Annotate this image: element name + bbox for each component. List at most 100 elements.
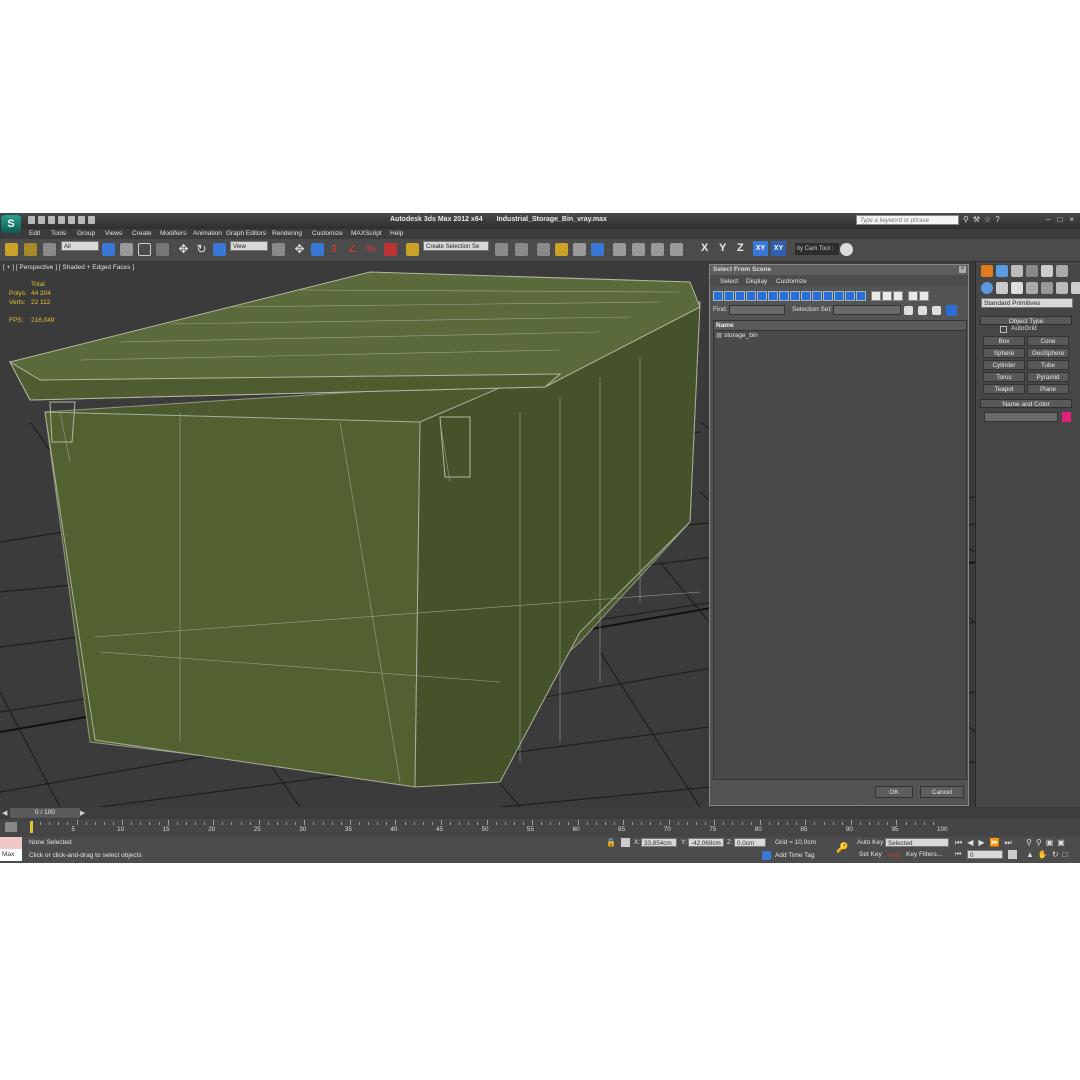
motion-tab-icon[interactable] bbox=[1026, 265, 1038, 277]
systems-category-icon[interactable] bbox=[1071, 282, 1080, 294]
maxscript-mini-listener[interactable]: Max bbox=[0, 849, 22, 861]
column-header-name[interactable]: Name bbox=[714, 321, 966, 331]
menu-customize[interactable]: Customize bbox=[312, 230, 343, 237]
go-to-end-icon[interactable]: ⏭ bbox=[1004, 838, 1011, 848]
display-geometry-icon[interactable] bbox=[713, 291, 723, 301]
delete-selection-set-icon[interactable] bbox=[918, 306, 927, 315]
minimize-icon[interactable]: – bbox=[1046, 215, 1050, 224]
mirror-icon[interactable] bbox=[495, 243, 508, 256]
storage-bin-model[interactable] bbox=[8, 271, 701, 788]
selection-filter-dropdown[interactable]: All bbox=[61, 241, 99, 251]
close-icon[interactable]: × bbox=[1069, 215, 1074, 224]
keyboard-shortcut-icon[interactable] bbox=[311, 243, 324, 256]
helpers-category-icon[interactable] bbox=[1041, 282, 1053, 294]
named-selection-sets-dropdown[interactable]: Create Selection Se bbox=[423, 241, 489, 251]
zoom-extents-icon[interactable]: ▣ bbox=[1046, 838, 1054, 847]
plane-button[interactable]: Plane bbox=[1027, 384, 1069, 394]
unlink-icon[interactable] bbox=[24, 243, 37, 256]
new-file-icon[interactable] bbox=[28, 216, 35, 224]
current-frame-field[interactable]: 0 bbox=[967, 850, 1003, 859]
filter-icon[interactable] bbox=[908, 291, 918, 301]
save-file-icon[interactable] bbox=[48, 216, 55, 224]
snaps-toggle-icon[interactable]: 3 bbox=[331, 243, 344, 256]
zoom-extents-all-icon[interactable]: ▣ bbox=[1057, 838, 1065, 847]
ok-button[interactable]: OK bbox=[875, 786, 913, 798]
create-selection-set-icon[interactable] bbox=[904, 306, 913, 315]
previous-frame-icon[interactable]: ◀ bbox=[967, 838, 973, 848]
name-and-color-rollout[interactable]: Name and Color bbox=[980, 399, 1072, 408]
manipulate-icon[interactable]: ✥ bbox=[293, 243, 306, 256]
wrench-icon[interactable]: ⚒ bbox=[973, 215, 980, 224]
display-helpers-icon[interactable] bbox=[757, 291, 767, 301]
add-time-tag-button[interactable]: Add Time Tag bbox=[775, 852, 815, 859]
box-button[interactable]: Box bbox=[983, 336, 1025, 346]
open-file-icon[interactable] bbox=[38, 216, 45, 224]
pan-icon[interactable]: ✋ bbox=[1038, 850, 1048, 859]
menu-modifiers[interactable]: Modifiers bbox=[160, 230, 186, 237]
align-icon[interactable] bbox=[515, 243, 528, 256]
redo-icon[interactable] bbox=[68, 216, 75, 224]
schematic-view-icon[interactable] bbox=[591, 243, 604, 256]
favorites-star-icon[interactable]: ☆ bbox=[984, 215, 991, 224]
constraint-xy-button[interactable]: XY bbox=[753, 241, 768, 256]
auto-key-button[interactable]: Auto Key bbox=[857, 839, 883, 846]
x-coordinate-field[interactable]: 33,854cm bbox=[641, 838, 677, 847]
list-item[interactable]: ▦ storage_bin bbox=[714, 331, 966, 341]
set-key-button[interactable]: Set Key bbox=[859, 851, 882, 858]
select-by-name-icon[interactable] bbox=[120, 243, 133, 256]
hierarchy-tab-icon[interactable] bbox=[1011, 265, 1023, 277]
spacewarps-category-icon[interactable] bbox=[1056, 282, 1068, 294]
fetch-icon[interactable] bbox=[88, 216, 95, 224]
display-frozen-icon[interactable] bbox=[823, 291, 833, 301]
sphere-button[interactable]: Sphere bbox=[983, 348, 1025, 358]
binoculars-icon[interactable]: ⚲ bbox=[963, 215, 969, 224]
geometry-category-icon[interactable] bbox=[981, 282, 993, 294]
select-all-icon[interactable] bbox=[871, 291, 881, 301]
key-mode-toggle-icon[interactable]: ⏮ bbox=[955, 851, 961, 859]
help-icon[interactable]: ? bbox=[995, 215, 999, 224]
key-filter-icon[interactable]: ⟹ bbox=[887, 850, 900, 860]
render-production-icon[interactable] bbox=[670, 243, 683, 256]
key-mode-dropdown[interactable]: Selected bbox=[885, 838, 949, 847]
object-color-swatch[interactable] bbox=[1062, 412, 1071, 422]
constraint-y-button[interactable]: Y bbox=[719, 242, 726, 254]
display-shapes-icon[interactable] bbox=[724, 291, 734, 301]
create-tab-icon[interactable] bbox=[981, 265, 993, 277]
y-coordinate-field[interactable]: -42,069cm bbox=[688, 838, 724, 847]
rectangle-selection-icon[interactable] bbox=[138, 243, 151, 256]
viewport-label[interactable]: [ + ] [ Perspective ] [ Shaded + Edged F… bbox=[3, 264, 134, 271]
window-crossing-icon[interactable] bbox=[156, 243, 169, 256]
display-containers-icon[interactable] bbox=[812, 291, 822, 301]
dialog-close-icon[interactable]: × bbox=[959, 266, 966, 273]
maximize-icon[interactable]: □ bbox=[1057, 215, 1062, 224]
menu-maxscript[interactable]: MAXScript bbox=[351, 230, 382, 237]
pivot-center-icon[interactable] bbox=[272, 243, 285, 256]
lock-selection-icon[interactable]: 🔒 bbox=[606, 838, 616, 847]
app-logo-icon[interactable]: S bbox=[1, 215, 21, 233]
zoom-all-icon[interactable]: ⚲ bbox=[1036, 838, 1042, 847]
absolute-mode-icon[interactable] bbox=[621, 838, 630, 847]
cone-button[interactable]: Cone bbox=[1027, 336, 1069, 346]
time-tag-icon[interactable] bbox=[762, 851, 771, 860]
constraint-z-button[interactable]: Z bbox=[737, 242, 744, 254]
undo-icon[interactable] bbox=[58, 216, 65, 224]
menu-views[interactable]: Views bbox=[105, 230, 122, 237]
layer-manager-icon[interactable] bbox=[537, 243, 550, 256]
constraint-x-button[interactable]: X bbox=[701, 242, 708, 254]
object-type-rollout[interactable]: Object Type bbox=[980, 316, 1072, 325]
lights-category-icon[interactable] bbox=[1011, 282, 1023, 294]
primitive-category-dropdown[interactable]: Standard Primitives bbox=[981, 298, 1073, 308]
go-to-start-icon[interactable]: ⏮ bbox=[955, 838, 962, 848]
cylinder-button[interactable]: Cylinder bbox=[983, 360, 1025, 370]
display-tab-icon[interactable] bbox=[1041, 265, 1053, 277]
menu-animation[interactable]: Animation bbox=[193, 230, 222, 237]
trackbar[interactable]: 5 10 15 20 25 30 35 40 45 50 55 60 65 70 75 80 85 90 95 100 bbox=[0, 819, 1080, 837]
torus-button[interactable]: Torus bbox=[983, 372, 1025, 382]
bind-space-warp-icon[interactable] bbox=[43, 243, 56, 256]
keyword-search-input[interactable]: Type a keyword or phrase bbox=[856, 215, 959, 225]
angle-snap-icon[interactable]: ∠ bbox=[348, 243, 361, 256]
display-all-icon[interactable] bbox=[845, 291, 855, 301]
pyramid-button[interactable]: Pyramid bbox=[1027, 372, 1069, 382]
cameras-category-icon[interactable] bbox=[1026, 282, 1038, 294]
curve-editor-icon[interactable] bbox=[573, 243, 586, 256]
